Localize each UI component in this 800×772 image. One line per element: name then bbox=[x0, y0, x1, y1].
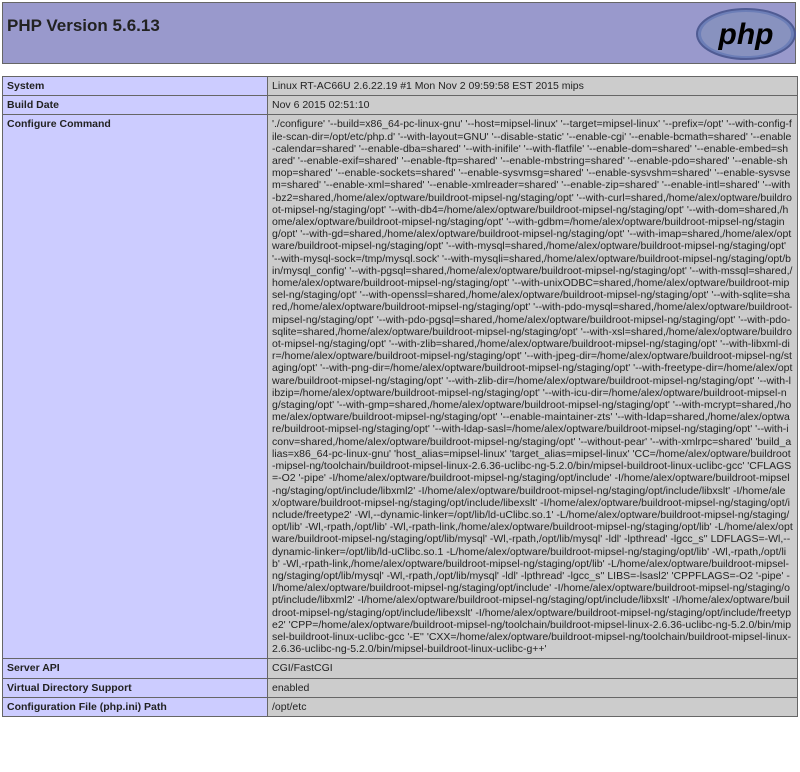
php-info-table: System Linux RT-AC66U 2.6.22.19 #1 Mon N… bbox=[2, 75, 798, 717]
php-version-header: PHP Version 5.6.13 php bbox=[2, 2, 796, 64]
table-row: Configure Command './configure' '--build… bbox=[2, 114, 798, 660]
row-key-build-date: Build Date bbox=[2, 95, 268, 116]
row-value-build-date: Nov 6 2015 02:51:10 bbox=[267, 95, 798, 116]
row-key-system: System bbox=[2, 75, 268, 97]
row-value-configuration-file-path: /opt/etc bbox=[267, 696, 798, 717]
table-row: Virtual Directory Support enabled bbox=[2, 677, 798, 698]
table-row: Configuration File (php.ini) Path /opt/e… bbox=[2, 696, 798, 717]
php-logo: php bbox=[696, 8, 796, 60]
row-key-server-api: Server API bbox=[2, 658, 268, 679]
table-row: Build Date Nov 6 2015 02:51:10 bbox=[2, 95, 798, 116]
table-row: System Linux RT-AC66U 2.6.22.19 #1 Mon N… bbox=[2, 75, 798, 97]
table-row: Server API CGI/FastCGI bbox=[2, 658, 798, 679]
row-value-system: Linux RT-AC66U 2.6.22.19 #1 Mon Nov 2 09… bbox=[267, 75, 798, 97]
php-logo-text: php bbox=[718, 18, 774, 51]
row-value-configure-command: './configure' '--build=x86_64-pc-linux-g… bbox=[267, 114, 798, 660]
row-value-server-api: CGI/FastCGI bbox=[267, 658, 798, 679]
row-key-configure-command: Configure Command bbox=[2, 114, 268, 660]
row-key-virtual-directory-support: Virtual Directory Support bbox=[2, 677, 268, 698]
page-title: PHP Version 5.6.13 bbox=[7, 16, 160, 35]
row-value-virtual-directory-support: enabled bbox=[267, 677, 798, 698]
row-key-configuration-file-path: Configuration File (php.ini) Path bbox=[2, 696, 268, 717]
